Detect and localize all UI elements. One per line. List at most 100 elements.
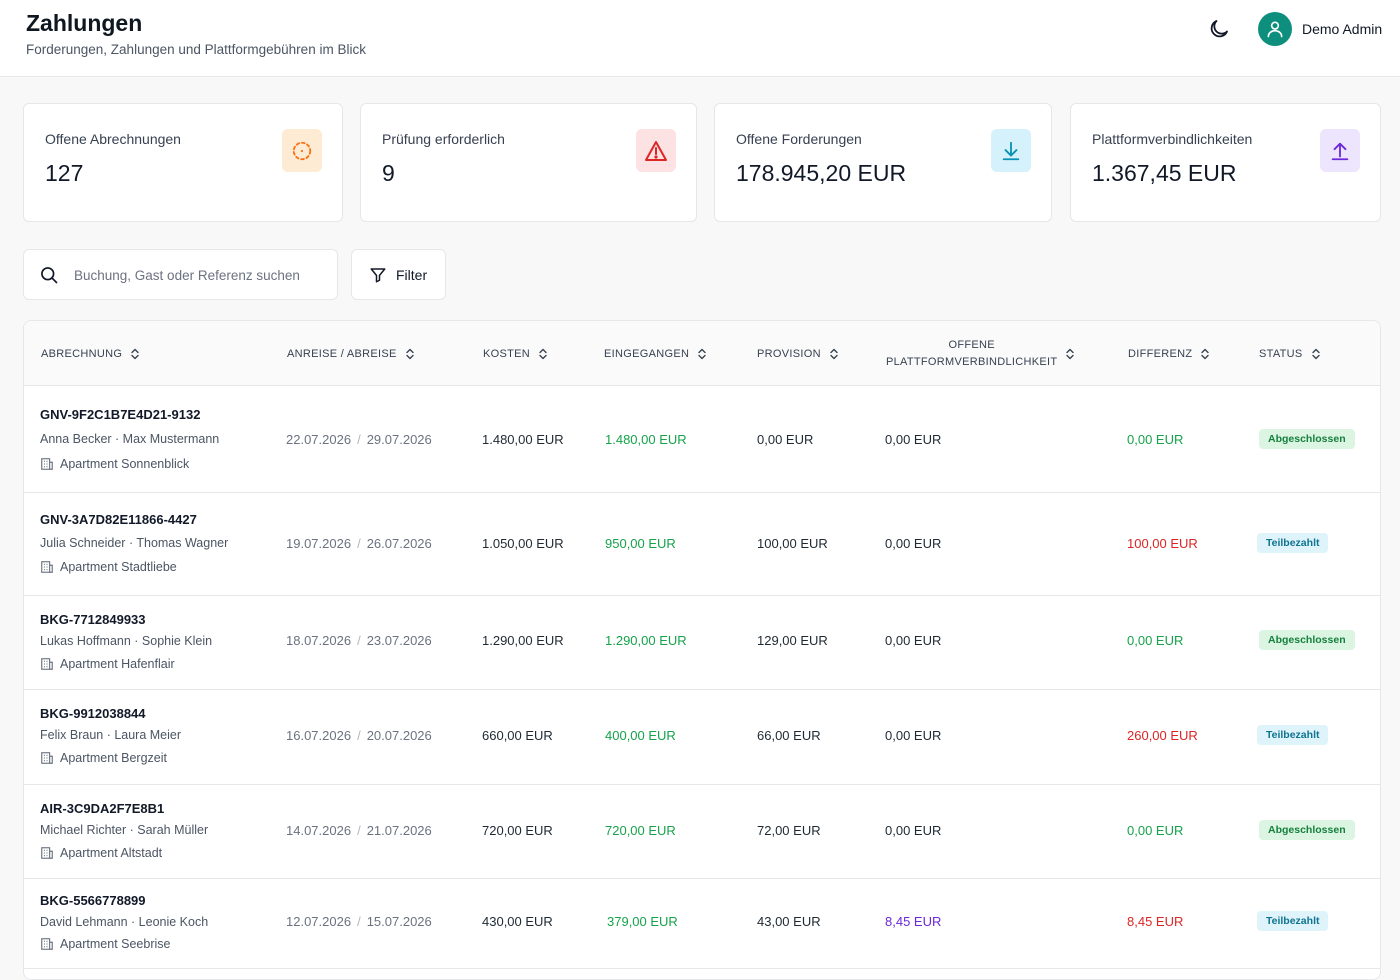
apartment-name: Apartment Seebrise	[60, 937, 171, 951]
eingegangen-value: 950,00 EUR	[605, 536, 676, 551]
departure-date: 21.07.2026	[366, 823, 432, 838]
guest-names: David Lehmann · Leonie Koch	[40, 915, 209, 929]
differenz-value: 0,00 EUR	[1127, 432, 1184, 447]
search-icon	[41, 267, 58, 284]
differenz-value: 0,00 EUR	[1127, 823, 1184, 838]
download-arrow-icon	[991, 129, 1031, 172]
column-label: KOSTEN	[483, 347, 531, 360]
settlement-reference[interactable]: BKG-5566778899	[40, 893, 146, 908]
settlement-reference[interactable]: AIR-3C9DA2F7E8B1	[40, 801, 164, 816]
status-badge: Abgeschlossen	[1259, 429, 1355, 449]
search-input[interactable]	[74, 258, 329, 292]
card-open-settlements: Offene Abrechnungen 127	[23, 103, 343, 222]
sort-icon	[698, 348, 706, 360]
column-label: ABRECHNUNG	[41, 347, 123, 360]
arrival-date: 14.07.2026	[286, 823, 352, 838]
card-label: Offene Forderungen	[736, 131, 862, 147]
page-title: Zahlungen	[26, 10, 143, 36]
differenz-value: 100,00 EUR	[1127, 536, 1198, 551]
payments-table: ABRECHNUNG ANREISE / ABREISE KOSTEN EING…	[23, 320, 1381, 980]
table-row[interactable]: AIR-3C9DA2F7E8B1 Michael Richter · Sarah…	[24, 785, 1380, 879]
column-label: OFFENE PLATTFORMVERBINDLICHKEIT	[886, 337, 1057, 371]
guest-names: Anna Becker · Max Mustermann	[40, 432, 220, 446]
building-icon	[41, 847, 53, 859]
settlement-reference[interactable]: BKG-7712849933	[40, 612, 146, 627]
stay-dates: 22.07.2026/29.07.2026	[286, 432, 432, 447]
page-subtitle: Forderungen, Zahlungen und Plattformgebü…	[26, 42, 366, 57]
apartment-name: Apartment Altstadt	[60, 846, 163, 860]
apartment: Apartment Altstadt	[40, 846, 162, 860]
departure-date: 29.07.2026	[366, 432, 432, 447]
table-row[interactable]: GNV-9F2C1B7E4D21-9132 Anna Becker · Max …	[24, 386, 1380, 493]
kosten-value: 430,00 EUR	[482, 914, 553, 929]
provision-value: 129,00 EUR	[757, 633, 828, 648]
column-header-eingegangen[interactable]: EINGEGANGEN	[604, 321, 706, 386]
offene-value: 0,00 EUR	[885, 728, 942, 743]
kosten-value: 660,00 EUR	[482, 728, 553, 743]
stay-dates: 16.07.2026/20.07.2026	[286, 728, 432, 743]
column-header-abrechnung[interactable]: ABRECHNUNG	[41, 321, 139, 386]
card-label: Offene Abrechnungen	[45, 131, 181, 147]
eingegangen-value: 1.480,00 EUR	[605, 432, 687, 447]
departure-date: 15.07.2026	[366, 914, 432, 929]
offene-value: 0,00 EUR	[885, 432, 942, 447]
settlement-reference[interactable]: BKG-9912038844	[40, 706, 146, 721]
column-header-kosten[interactable]: KOSTEN	[483, 321, 547, 386]
building-icon	[41, 938, 53, 950]
kosten-value: 1.480,00 EUR	[482, 432, 564, 447]
apartment-name: Apartment Hafenflair	[60, 657, 175, 671]
dark-mode-toggle-icon[interactable]	[1207, 17, 1231, 41]
column-label: DIFFERENZ	[1128, 347, 1193, 360]
arrival-date: 18.07.2026	[286, 633, 352, 648]
guest-names: Felix Braun · Laura Meier	[40, 728, 182, 742]
filter-button[interactable]: Filter	[351, 249, 446, 300]
departure-date: 20.07.2026	[366, 728, 432, 743]
offene-value: 8,45 EUR	[885, 914, 942, 929]
stay-dates: 18.07.2026/23.07.2026	[286, 633, 432, 648]
settlement-reference[interactable]: GNV-3A7D82E11866-4427	[40, 512, 197, 527]
settlement-reference[interactable]: GNV-9F2C1B7E4D21-9132	[40, 407, 200, 422]
arrival-date: 16.07.2026	[286, 728, 352, 743]
building-icon	[41, 752, 53, 764]
provision-value: 43,00 EUR	[757, 914, 821, 929]
eingegangen-value: 379,00 EUR	[607, 914, 678, 929]
guest-names: Lukas Hoffmann · Sophie Klein	[40, 634, 213, 648]
arrival-date: 12.07.2026	[286, 914, 352, 929]
apartment-name: Apartment Sonnenblick	[60, 457, 190, 471]
user-name[interactable]: Demo Admin	[1302, 21, 1382, 37]
arrival-date: 19.07.2026	[286, 536, 352, 551]
offene-value: 0,00 EUR	[885, 633, 942, 648]
building-icon	[41, 561, 53, 573]
column-header-provision[interactable]: PROVISION	[757, 321, 838, 386]
sort-icon	[1201, 348, 1210, 360]
building-icon	[41, 658, 53, 670]
column-header-anreise[interactable]: ANREISE / ABREISE	[287, 321, 414, 386]
sort-icon	[539, 348, 547, 360]
card-value: 9	[382, 160, 395, 186]
sort-icon	[131, 348, 139, 360]
building-icon	[41, 458, 53, 470]
avatar[interactable]	[1258, 12, 1292, 46]
status-badge: Teilbezahlt	[1257, 725, 1329, 745]
provision-value: 66,00 EUR	[757, 728, 821, 743]
column-label: EINGEGANGEN	[604, 347, 690, 360]
offene-value: 0,00 EUR	[885, 536, 942, 551]
column-header-offene-plattformverbindlichkeit[interactable]: OFFENE PLATTFORMVERBINDLICHKEIT	[886, 321, 1075, 386]
eingegangen-value: 720,00 EUR	[605, 823, 676, 838]
upload-arrow-icon	[1320, 129, 1360, 172]
filter-label: Filter	[396, 266, 428, 283]
column-header-status[interactable]: STATUS	[1259, 321, 1320, 386]
sort-icon	[830, 348, 838, 360]
departure-date: 23.07.2026	[366, 633, 432, 648]
stay-dates: 14.07.2026/21.07.2026	[286, 823, 432, 838]
table-row[interactable]: BKG-7712849933 Lukas Hoffmann · Sophie K…	[24, 596, 1380, 690]
stay-dates: 19.07.2026/26.07.2026	[286, 536, 432, 551]
differenz-value: 8,45 EUR	[1127, 914, 1184, 929]
departure-date: 26.07.2026	[366, 536, 432, 551]
column-label: ANREISE / ABREISE	[287, 347, 397, 360]
table-row[interactable]: GNV-3A7D82E11866-4427 Julia Schneider · …	[24, 493, 1380, 596]
table-row[interactable]: BKG-5566778899 David Lehmann · Leonie Ko…	[24, 879, 1380, 969]
column-header-differenz[interactable]: DIFFERENZ	[1128, 321, 1210, 386]
apartment: Apartment Bergzeit	[40, 751, 167, 765]
table-row[interactable]: BKG-9912038844 Felix Braun · Laura Meier…	[24, 690, 1380, 785]
